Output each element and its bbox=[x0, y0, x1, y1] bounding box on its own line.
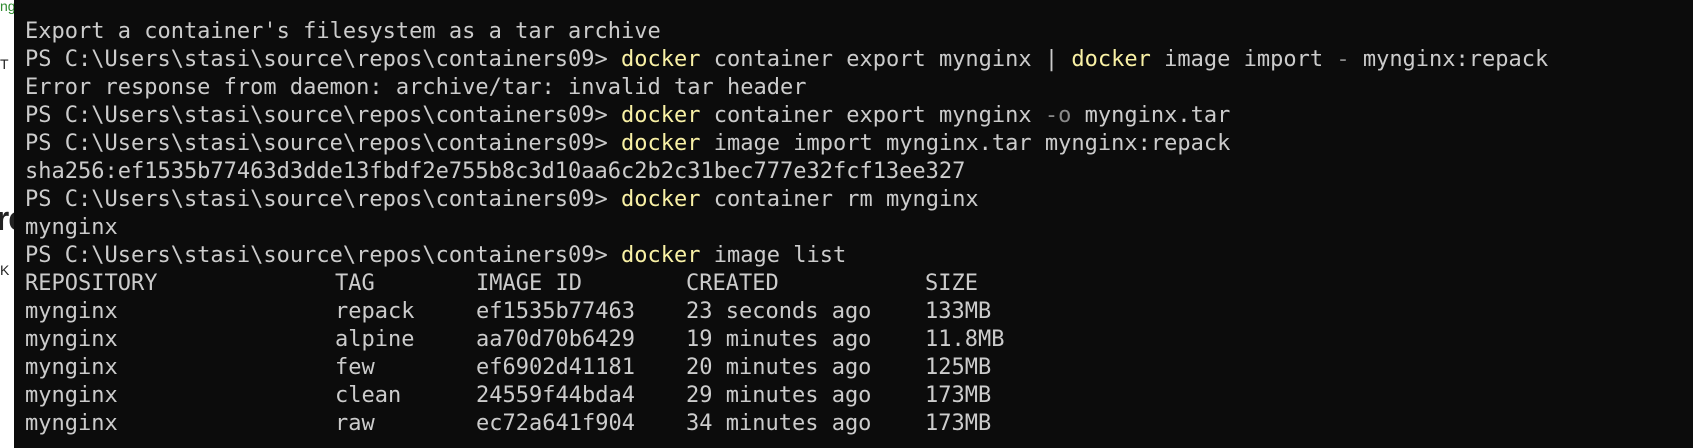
command-keyword: docker bbox=[621, 103, 701, 128]
cell-tag: few bbox=[335, 355, 375, 380]
image-table-row: mynginx raw ec72a641f904 34 minutes ago 173M… bbox=[25, 410, 1693, 438]
command-keyword: docker bbox=[1071, 47, 1151, 72]
command-line: PS C:\Users\stasi\source\repos\container… bbox=[25, 130, 1693, 158]
command-line: PS C:\Users\stasi\source\repos\container… bbox=[25, 242, 1693, 270]
cell-tag: raw bbox=[335, 411, 375, 436]
command-args: container rm mynginx bbox=[700, 187, 979, 212]
cell-image-id: ef1535b77463 bbox=[476, 299, 635, 324]
image-table-header: REPOSITORY TAG IMAGE ID CREATED SIZE bbox=[25, 270, 1693, 298]
command-args: container export mynginx | bbox=[700, 47, 1072, 72]
cell-size: 173MB bbox=[925, 411, 992, 436]
header-image-id: IMAGE ID bbox=[476, 271, 582, 296]
background-heading-fragment: re bbox=[0, 200, 14, 238]
cell-tag: repack bbox=[335, 299, 415, 324]
command-line: PS C:\Users\stasi\source\repos\container… bbox=[25, 186, 1693, 214]
cell-created: 29 minutes ago bbox=[686, 383, 872, 408]
command-keyword: docker bbox=[621, 187, 701, 212]
command-args: image import mynginx.tar mynginx:repack bbox=[700, 131, 1231, 156]
prompt: PS C:\Users\stasi\source\repos\container… bbox=[25, 131, 608, 156]
header-repository: REPOSITORY bbox=[25, 271, 158, 296]
cell-repository: mynginx bbox=[25, 355, 118, 380]
command-args: image list bbox=[700, 243, 847, 268]
cell-tag: alpine bbox=[335, 327, 415, 352]
cell-created: 19 minutes ago bbox=[686, 327, 872, 352]
cell-image-id: ef6902d41181 bbox=[476, 355, 635, 380]
prompt: PS C:\Users\stasi\source\repos\container… bbox=[25, 47, 608, 72]
command-keyword: docker bbox=[621, 243, 701, 268]
command-flag: -o bbox=[1044, 103, 1072, 128]
background-text-fragment: K bbox=[0, 262, 10, 278]
terminal-output: Export a container's filesystem as a tar… bbox=[25, 18, 1693, 438]
image-table-row: mynginx clean 24559f44bda4 29 minutes ago 17… bbox=[25, 382, 1693, 410]
cell-repository: mynginx bbox=[25, 327, 118, 352]
prompt: PS C:\Users\stasi\source\repos\container… bbox=[25, 243, 608, 268]
command-args: image import bbox=[1150, 47, 1337, 72]
cell-created: 20 minutes ago bbox=[686, 355, 872, 380]
help-text-line: Export a container's filesystem as a tar… bbox=[25, 19, 661, 44]
cell-image-id: aa70d70b6429 bbox=[476, 327, 635, 352]
command-keyword: docker bbox=[621, 47, 701, 72]
prompt: PS C:\Users\stasi\source\repos\container… bbox=[25, 187, 608, 212]
background-text-fragment: ng bbox=[0, 0, 14, 14]
cell-size: 133MB bbox=[925, 299, 992, 324]
prompt: PS C:\Users\stasi\source\repos\container… bbox=[25, 103, 608, 128]
background-text-fragment: T bbox=[0, 56, 9, 72]
header-created: CREATED bbox=[686, 271, 779, 296]
cell-image-id: 24559f44bda4 bbox=[476, 383, 635, 408]
cell-repository: mynginx bbox=[25, 411, 118, 436]
background-window-strip: ng T re K bbox=[0, 0, 14, 448]
cell-repository: mynginx bbox=[25, 299, 118, 324]
cell-repository: mynginx bbox=[25, 383, 118, 408]
cell-created: 34 minutes ago bbox=[686, 411, 872, 436]
image-table-row: mynginx alpine aa70d70b6429 19 minutes ago 1… bbox=[25, 326, 1693, 354]
terminal-window[interactable]: Export a container's filesystem as a tar… bbox=[14, 0, 1693, 448]
command-args: mynginx.tar bbox=[1071, 103, 1231, 128]
command-line: PS C:\Users\stasi\source\repos\container… bbox=[25, 46, 1693, 74]
cell-size: 125MB bbox=[925, 355, 992, 380]
cell-tag: clean bbox=[335, 383, 402, 408]
header-size: SIZE bbox=[925, 271, 978, 296]
sha-output-line: sha256:ef1535b77463d3dde13fbdf2e755b8c3d… bbox=[25, 159, 966, 184]
cell-size: 11.8MB bbox=[925, 327, 1005, 352]
command-flag: - bbox=[1336, 47, 1350, 72]
cell-image-id: ec72a641f904 bbox=[476, 411, 635, 436]
image-table-row: mynginx few ef6902d41181 20 minutes ago 125M… bbox=[25, 354, 1693, 382]
cell-created: 23 seconds ago bbox=[686, 299, 872, 324]
command-line: PS C:\Users\stasi\source\repos\container… bbox=[25, 102, 1693, 130]
command-keyword: docker bbox=[621, 131, 701, 156]
command-args: container export mynginx bbox=[700, 103, 1045, 128]
command-args: mynginx:repack bbox=[1349, 47, 1549, 72]
cell-size: 173MB bbox=[925, 383, 992, 408]
rm-output-line: mynginx bbox=[25, 215, 118, 240]
header-tag: TAG bbox=[335, 271, 375, 296]
image-table-row: mynginx repack ef1535b77463 23 seconds ago 1… bbox=[25, 298, 1693, 326]
error-line: Error response from daemon: archive/tar:… bbox=[25, 75, 807, 100]
